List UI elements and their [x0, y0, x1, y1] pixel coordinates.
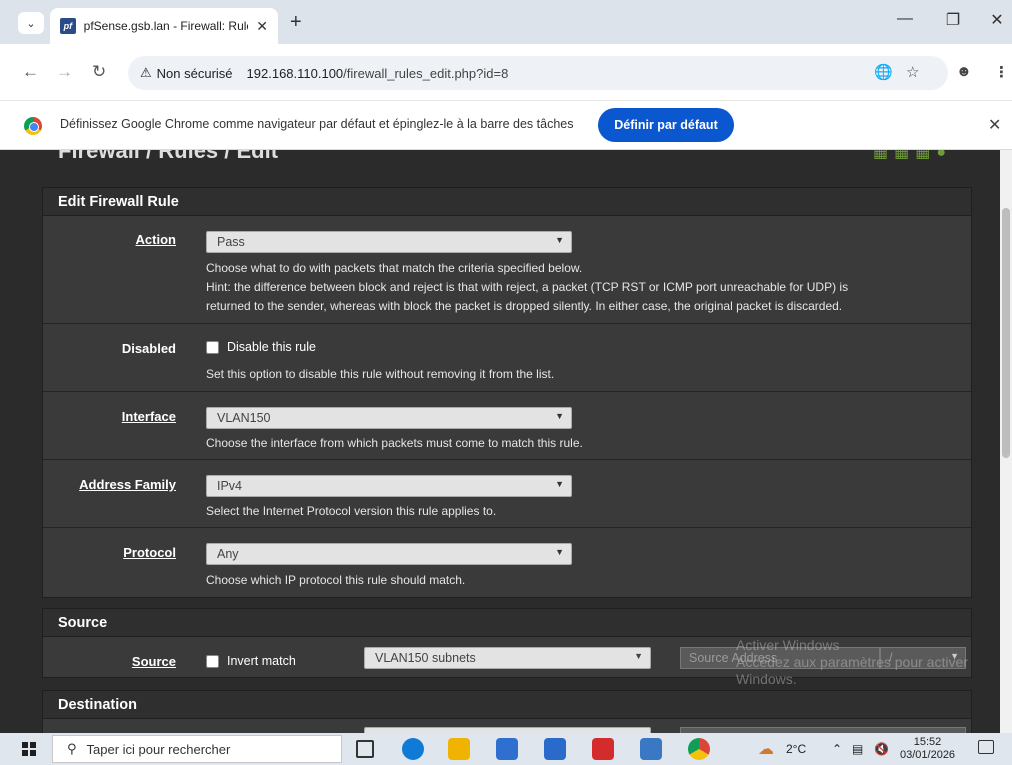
default-browser-infobar: Définissez Google Chrome comme navigateu…	[0, 100, 1012, 150]
minimize-button[interactable]: —	[890, 10, 920, 28]
weather-icon[interactable]: ☁	[758, 739, 774, 759]
forward-arrow-icon[interactable]: →	[56, 62, 73, 82]
breadcrumb: Firewall / Rules / Edit	[58, 150, 279, 163]
page-scrollbar[interactable]	[1000, 150, 1012, 733]
protocol-select[interactable]: Any ▼	[206, 543, 572, 565]
app-icon[interactable]	[544, 738, 566, 760]
breadcrumb-action-icons[interactable]: ▦▦▦●	[873, 150, 952, 162]
taskbar-search[interactable]: ⚲ Taper ici pour rechercher	[52, 735, 342, 763]
url-text: 192.168.110.100/firewall_rules_edit.php?…	[246, 65, 509, 81]
address-family-row: Address Family IPv4 ▼ Select the Internet…	[43, 460, 971, 528]
weather-temp[interactable]: 2°C	[786, 742, 806, 756]
checkbox-icon[interactable]	[206, 654, 219, 668]
taskbar-clock[interactable]: 15:52 03/01/2026	[900, 736, 955, 762]
disabled-label: Disabled	[121, 341, 176, 356]
volume-muted-icon[interactable]: 🔇	[874, 742, 889, 756]
chevron-down-icon: ▼	[555, 479, 564, 489]
address-family-help: Select the Internet Protocol version thi…	[206, 504, 497, 518]
source-label: Source	[131, 654, 176, 669]
source-panel-title: Source	[43, 609, 971, 637]
protocol-row: Protocol Any ▼ Choose which IP protocol t…	[43, 528, 971, 597]
browser-tab[interactable]: pf pfSense.gsb.lan - Firewall: Rules ✕	[50, 8, 278, 44]
store-icon[interactable]	[496, 738, 518, 760]
disabled-help: Set this option to disable this rule wit…	[206, 367, 555, 381]
close-window-button[interactable]: ✕	[982, 10, 1012, 30]
network-app-icon[interactable]	[640, 738, 662, 760]
edit-rule-panel: Edit Firewall Rule Action Pass ▼ Choose w…	[42, 187, 972, 598]
action-label: Action	[135, 232, 176, 247]
chevron-down-icon: ▼	[634, 651, 643, 661]
disabled-row: Disabled Disable this rule Set this opti…	[43, 324, 971, 392]
close-tab-icon[interactable]: ✕	[256, 18, 268, 35]
browser-toolbar: ← → ↻ ⚠ Non sécurisé 192.168.110.100/fir…	[0, 44, 1012, 100]
profile-icon[interactable]: ☻	[956, 63, 972, 80]
destination-panel: Destination	[42, 690, 972, 733]
notification-icon[interactable]	[978, 740, 994, 754]
interface-label: Interface	[121, 409, 176, 424]
windows-start-icon[interactable]	[22, 742, 36, 756]
protocol-label: Protocol	[123, 545, 176, 560]
back-arrow-icon[interactable]: ←	[22, 62, 39, 82]
search-icon: ⚲	[67, 741, 77, 756]
interface-help: Choose the interface from which packets …	[206, 436, 583, 450]
destination-panel-title: Destination	[43, 691, 971, 719]
interface-row: Interface VLAN150 ▼ Choose the interface …	[43, 392, 971, 460]
security-indicator[interactable]: ⚠ Non sécurisé	[140, 65, 233, 81]
scroll-thumb[interactable]	[1002, 208, 1010, 458]
chrome-taskbar-icon[interactable]	[688, 738, 710, 760]
disable-rule-checkbox[interactable]: Disable this rule	[206, 340, 316, 354]
address-family-select[interactable]: IPv4 ▼	[206, 475, 572, 497]
network-icon[interactable]: ▤	[852, 742, 863, 756]
checkbox-icon[interactable]	[206, 340, 219, 354]
infobar-message: Définissez Google Chrome comme navigateu…	[60, 117, 574, 131]
interface-select[interactable]: VLAN150 ▼	[206, 407, 572, 429]
pfsense-favicon-icon: pf	[60, 18, 76, 34]
reload-icon[interactable]: ↻	[92, 62, 106, 82]
tray-chevron-icon[interactable]: ⌃	[832, 742, 842, 756]
chevron-down-icon: ▼	[555, 235, 564, 245]
warning-triangle-icon: ⚠	[140, 65, 152, 80]
media-app-icon[interactable]	[592, 738, 614, 760]
menu-kebab-icon[interactable]: ⋮	[994, 63, 1009, 81]
address-family-label: Address Family	[79, 477, 176, 492]
panel-title: Edit Firewall Rule	[43, 188, 971, 216]
close-infobar-icon[interactable]: ✕	[988, 115, 1001, 135]
file-explorer-icon[interactable]	[448, 738, 470, 760]
edge-icon[interactable]	[402, 738, 424, 760]
tab-search-dropdown[interactable]: ⌄	[18, 12, 44, 34]
chevron-down-icon: ▼	[555, 411, 564, 421]
action-select[interactable]: Pass ▼	[206, 231, 572, 253]
page-content: Firewall / Rules / Edit ▦▦▦● Edit Firewa…	[0, 150, 1012, 733]
protocol-help: Choose which IP protocol this rule shoul…	[206, 573, 466, 587]
new-tab-button[interactable]: +	[290, 11, 302, 34]
tab-title: pfSense.gsb.lan - Firewall: Rules	[83, 19, 249, 33]
tab-strip: ⌄ pf pfSense.gsb.lan - Firewall: Rules ✕…	[0, 0, 1012, 44]
action-help: Choose what to do with packets that matc…	[206, 261, 849, 313]
windows-taskbar: ⚲ Taper ici pour rechercher ☁ 2°C ⌃ ▤ 🔇 …	[0, 733, 1012, 765]
source-type-select[interactable]: VLAN150 subnets ▼	[364, 647, 651, 669]
translate-icon[interactable]: 🌐	[874, 63, 893, 81]
security-label: Non sécurisé	[156, 65, 233, 81]
windows-activation-watermark: Activer Windows Accédez aux paramètres p…	[736, 637, 968, 687]
task-view-icon[interactable]	[356, 740, 374, 758]
chevron-down-icon: ▼	[555, 547, 564, 557]
action-row: Action Pass ▼ Choose what to do with pack…	[43, 216, 971, 324]
restore-button[interactable]: ❐	[938, 10, 968, 30]
set-default-button[interactable]: Définir par défaut	[598, 108, 734, 142]
bookmark-star-icon[interactable]: ☆	[906, 63, 919, 81]
address-bar[interactable]: ⚠ Non sécurisé 192.168.110.100/firewall_…	[128, 56, 948, 90]
invert-match-checkbox[interactable]: Invert match	[206, 654, 296, 668]
chrome-logo-icon	[24, 117, 42, 135]
